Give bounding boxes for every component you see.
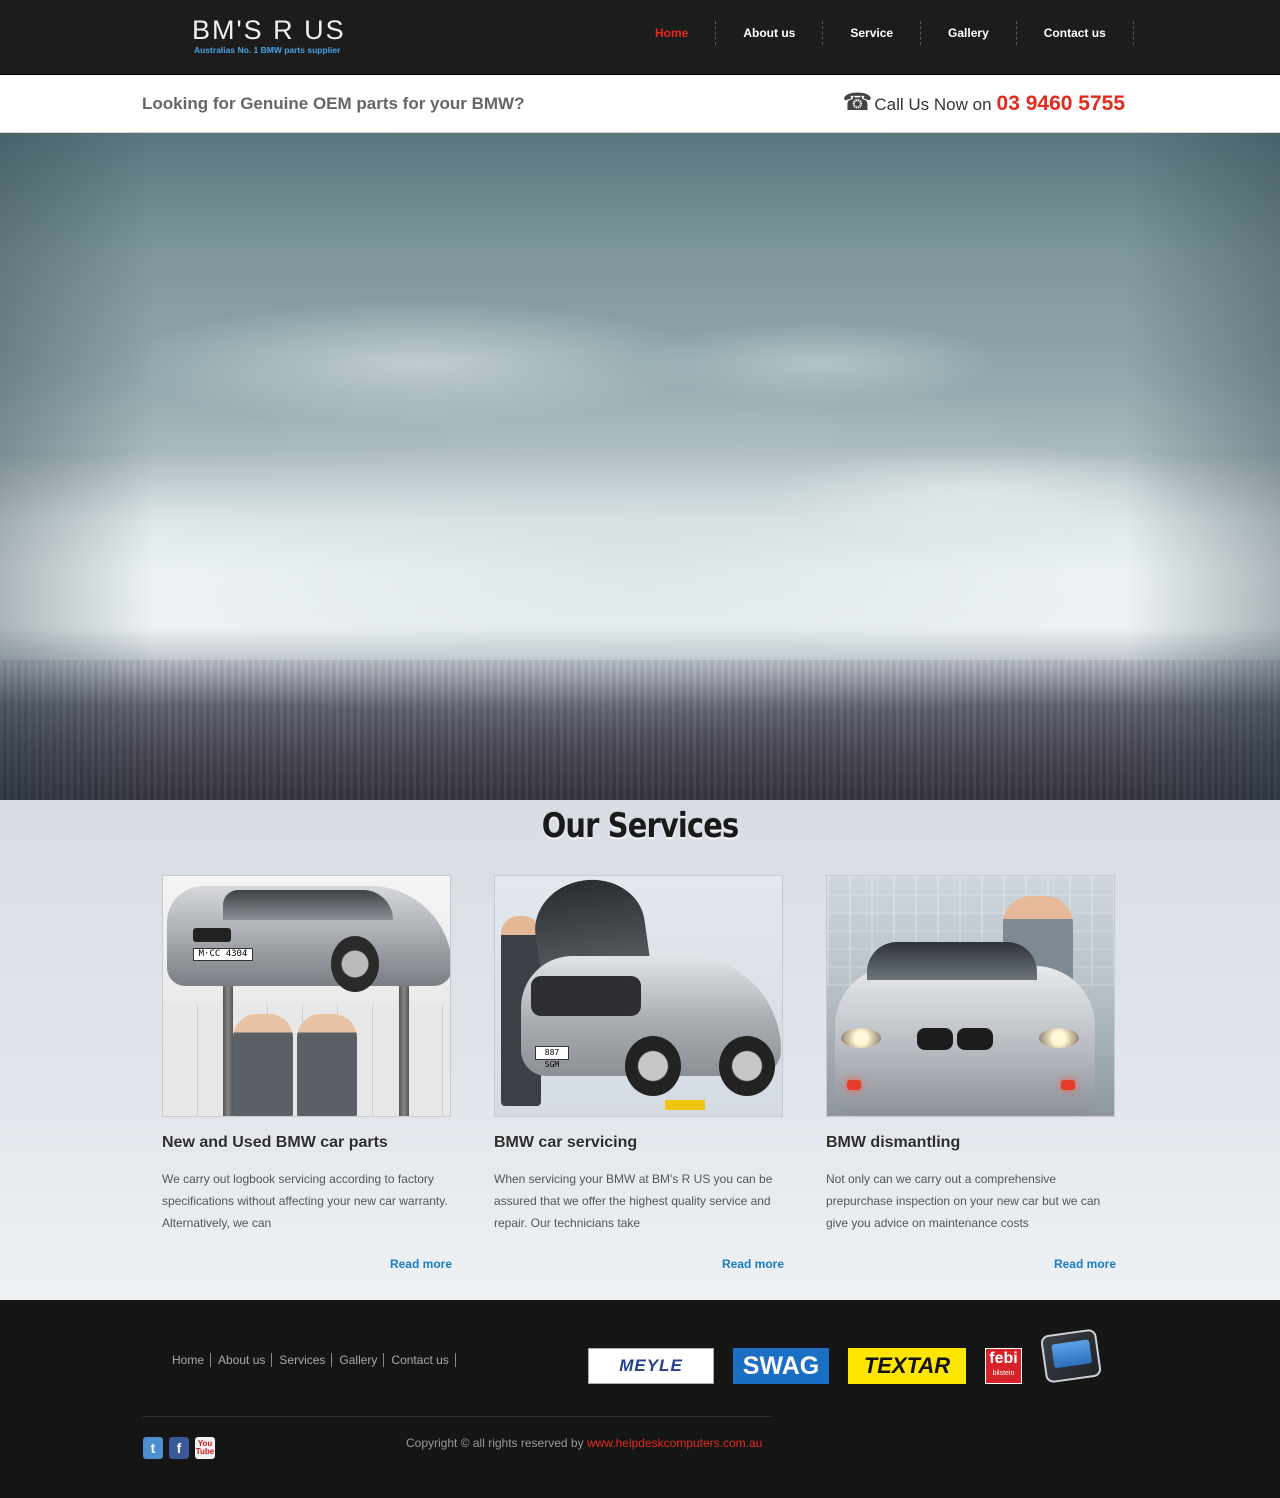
info-strip: Looking for Genuine OEM parts for your B… [0, 75, 1280, 133]
read-more-link[interactable]: Read more [1054, 1257, 1116, 1271]
strip-headline: Looking for Genuine OEM parts for your B… [142, 94, 525, 113]
hero-vignette [0, 133, 1280, 800]
nav-about-us[interactable]: About us [716, 21, 824, 45]
copyright: Copyright © all rights reserved by www.h… [406, 1436, 762, 1450]
service-card-text: Not only can we carry out a comprehensiv… [826, 1172, 1101, 1230]
febi-bilstein-logo: febi bilstein [985, 1348, 1022, 1384]
nav-home[interactable]: Home [628, 21, 717, 45]
site-logo[interactable]: BM'S R US Australias No. 1 BMW parts sup… [192, 15, 392, 60]
wheel-ramp [665, 1100, 705, 1110]
services-section: Our Services M·CC 4304 New and Used BMW … [0, 800, 1280, 1300]
footer-link-home[interactable]: Home [172, 1353, 212, 1367]
footer-link-gallery[interactable]: Gallery [339, 1353, 385, 1367]
textar-logo: TEXTAR [848, 1348, 966, 1384]
car-wheel [625, 1036, 681, 1096]
read-more-link[interactable]: Read more [390, 1257, 452, 1271]
device-screen [1051, 1339, 1093, 1369]
call-us: ☎ Call Us Now on 03 9460 5755 [842, 89, 1125, 116]
service-card-text: We carry out logbook servicing according… [162, 1172, 448, 1230]
footer-link-about-us[interactable]: About us [218, 1353, 273, 1367]
social-links: t f You Tube [143, 1437, 215, 1459]
hero-banner [0, 133, 1280, 800]
lift-post [223, 986, 233, 1116]
footer-link-services[interactable]: Services [279, 1353, 333, 1367]
car-grille [193, 928, 231, 942]
read-more-link[interactable]: Read more [722, 1257, 784, 1271]
license-plate: M·CC 4304 [193, 948, 253, 961]
engine-bay [531, 976, 641, 1016]
site-footer: Home About us Services Gallery Contact u… [0, 1300, 1280, 1498]
car-wheel [719, 1036, 775, 1096]
mechanic-figure [233, 1014, 293, 1116]
car-windshield [867, 942, 1037, 980]
service-image-factory[interactable] [826, 875, 1115, 1117]
nav-gallery[interactable]: Gallery [921, 21, 1017, 45]
copyright-link[interactable]: www.helpdeskcomputers.com.au [587, 1436, 762, 1450]
lift-post [399, 986, 409, 1116]
service-card-title: BMW car servicing [494, 1134, 638, 1151]
headlight [1039, 1028, 1079, 1048]
facebook-icon[interactable]: f [169, 1437, 189, 1459]
fog-light [1061, 1080, 1075, 1090]
headlight [841, 1028, 881, 1048]
car-wheel [331, 936, 379, 992]
diagnostic-device-icon [1039, 1328, 1103, 1384]
call-prefix: Call Us Now on [874, 95, 992, 114]
copyright-text: Copyright © all rights reserved by [406, 1436, 584, 1450]
phone-number[interactable]: 03 9460 5755 [997, 92, 1125, 116]
service-card-text: When servicing your BMW at BM's R US you… [494, 1172, 773, 1230]
telephone-icon: ☎ [842, 89, 873, 116]
fog-light [847, 1080, 861, 1090]
main-nav: Home About us Service Gallery Contact us [628, 21, 1134, 45]
nav-contact-us[interactable]: Contact us [1017, 21, 1134, 45]
license-plate: 887 SGM [535, 1046, 569, 1069]
car-window [223, 890, 393, 920]
footer-divider [142, 1416, 772, 1417]
logo-text: BM'S R US [192, 15, 346, 45]
service-card-servicing: 887 SGM BMW car servicing When servicing… [494, 875, 784, 1271]
meyle-logo: MEYLE [588, 1348, 714, 1384]
service-image-car-on-lift[interactable]: M·CC 4304 [162, 875, 451, 1117]
febi-text: febi [989, 1350, 1018, 1367]
service-card-dismantling: BMW dismantling Not only can we carry ou… [826, 875, 1116, 1271]
twitter-icon[interactable]: t [143, 1437, 163, 1459]
footer-link-contact-us[interactable]: Contact us [391, 1353, 456, 1367]
nav-service[interactable]: Service [823, 21, 922, 45]
service-image-open-hood[interactable]: 887 SGM [494, 875, 783, 1117]
mechanic-figure [297, 1014, 357, 1116]
services-title: Our Services [541, 806, 739, 846]
top-header: BM'S R US Australias No. 1 BMW parts sup… [0, 0, 1280, 75]
swag-logo: SWAG [733, 1348, 829, 1384]
service-card-parts: M·CC 4304 New and Used BMW car parts We … [162, 875, 452, 1271]
bilstein-text: bilstein [992, 1370, 1015, 1377]
service-card-title: New and Used BMW car parts [162, 1134, 388, 1151]
service-card-title: BMW dismantling [826, 1134, 961, 1151]
youtube-icon[interactable]: You Tube [195, 1437, 215, 1459]
kidney-grille [957, 1028, 993, 1050]
footer-nav: Home About us Services Gallery Contact u… [172, 1353, 463, 1367]
kidney-grille [917, 1028, 953, 1050]
logo-tagline: Australias No. 1 BMW parts supplier [194, 45, 341, 55]
